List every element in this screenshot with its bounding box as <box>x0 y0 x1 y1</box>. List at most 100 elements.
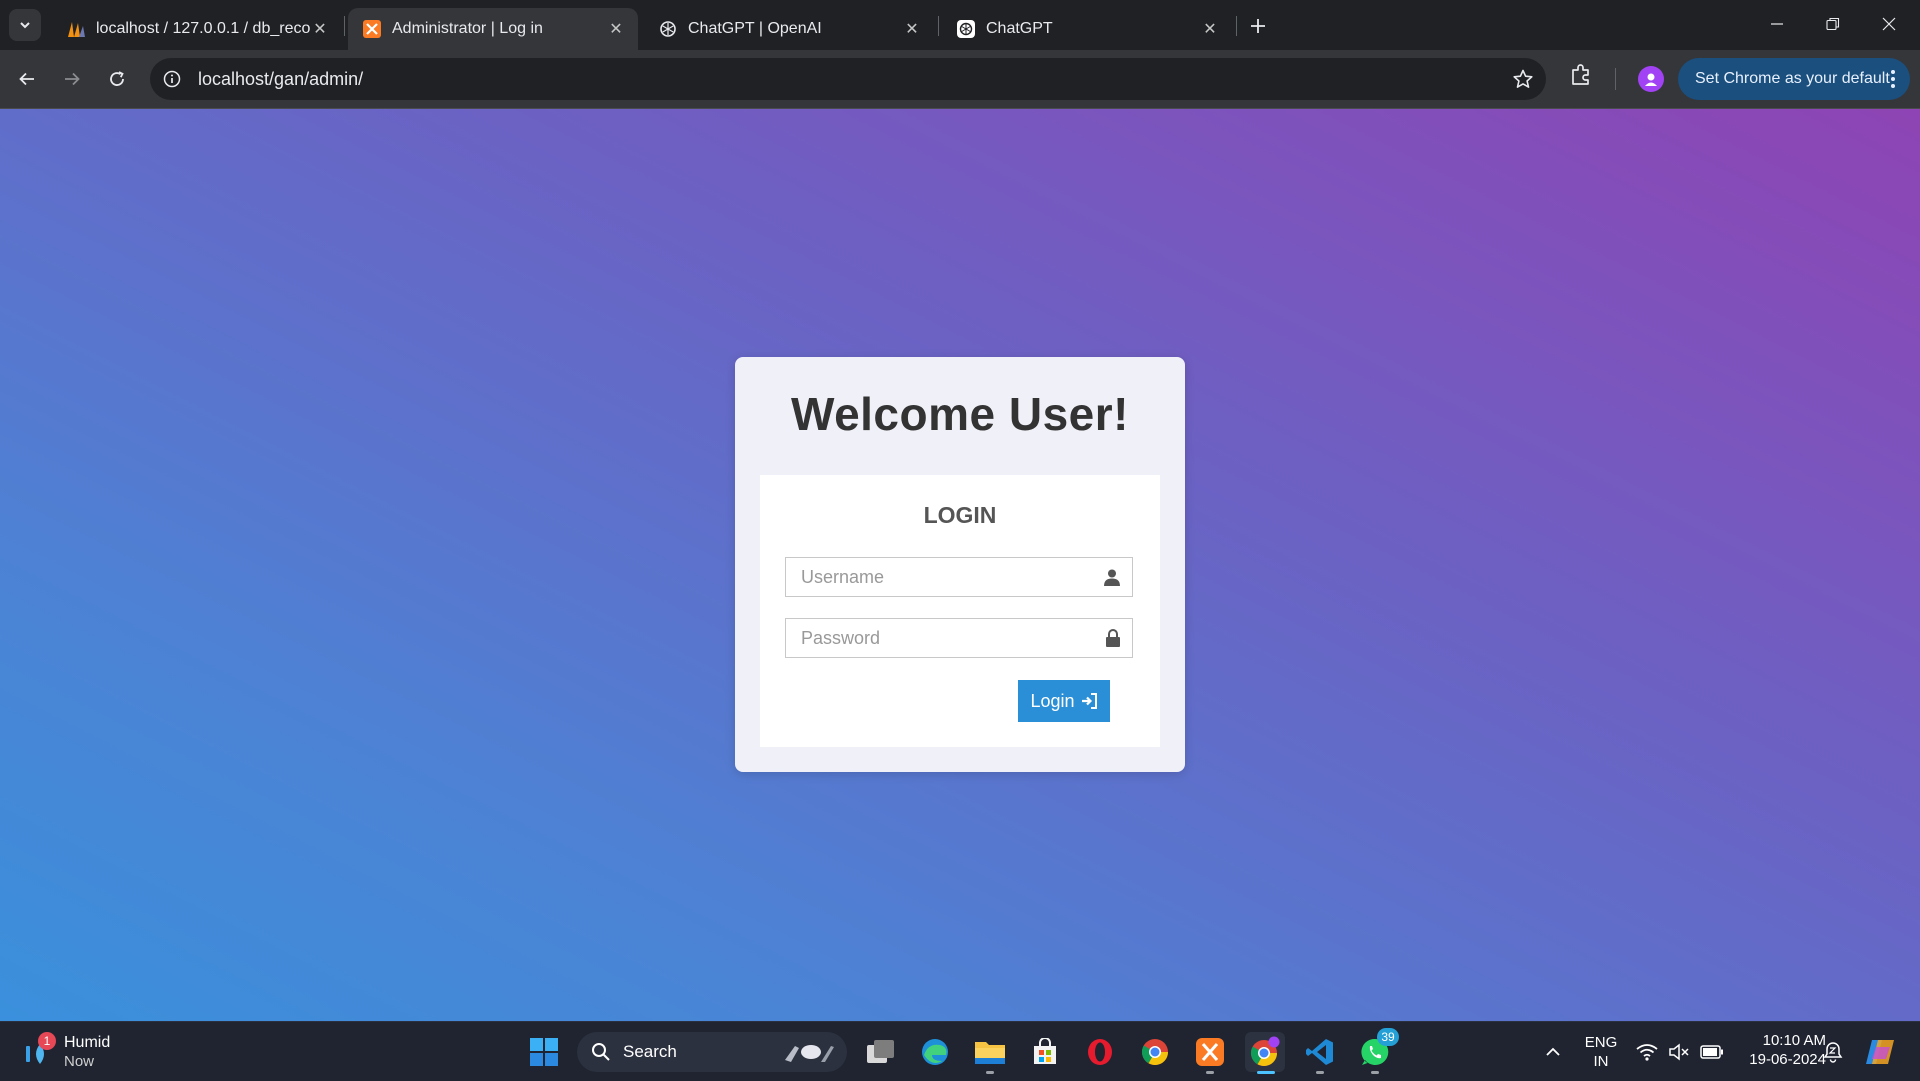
taskbar-chrome-profile[interactable] <box>1245 1032 1285 1074</box>
xampp-icon <box>1196 1038 1224 1066</box>
opera-icon <box>1088 1039 1112 1065</box>
search-icon <box>591 1042 611 1062</box>
password-field[interactable] <box>785 618 1133 658</box>
bookmark-star-icon[interactable] <box>1512 68 1534 95</box>
close-icon[interactable]: ✕ <box>606 19 626 39</box>
tab-title: localhost / 127.0.0.1 / db_record <box>96 20 310 37</box>
tray-overflow-button[interactable] <box>1533 1032 1573 1072</box>
clock-time: 10:10 AM <box>1762 1032 1826 1049</box>
edge-icon <box>922 1039 948 1065</box>
minimize-icon <box>1771 23 1783 25</box>
weather-title: Humid <box>64 1034 111 1051</box>
tab-divider <box>1236 16 1237 36</box>
tab-strip: localhost / 127.0.0.1 / db_record ✕ Admi… <box>0 0 1920 50</box>
browser-toolbar: localhost/gan/admin/ Set Chrome as your … <box>0 50 1920 109</box>
taskbar-search[interactable]: Search <box>577 1032 847 1072</box>
running-indicator <box>1371 1071 1379 1074</box>
username-input[interactable] <box>786 558 1101 596</box>
password-input[interactable] <box>786 619 1101 657</box>
tab-admin-login[interactable]: Administrator | Log in ✕ <box>348 8 638 50</box>
reload-button[interactable] <box>100 62 134 96</box>
tab-divider <box>938 16 939 36</box>
restore-icon <box>1826 17 1840 31</box>
store-icon <box>1034 1038 1056 1064</box>
tab-phpmyadmin[interactable]: localhost / 127.0.0.1 / db_record ✕ <box>52 8 342 50</box>
site-info-icon[interactable] <box>162 69 182 89</box>
openai-icon <box>658 19 678 39</box>
lock-icon <box>1105 629 1121 652</box>
avatar-icon <box>1645 73 1657 86</box>
bell-snooze-icon <box>1823 1042 1843 1063</box>
windows-taskbar: 1 Humid Now Search 39 ENG IN 10:10 AM 19… <box>0 1021 1920 1081</box>
folder-icon <box>975 1042 1005 1064</box>
tab-title: ChatGPT | OpenAI <box>688 20 822 37</box>
login-label: Login <box>1030 690 1075 711</box>
toolbar-divider <box>1615 68 1616 90</box>
task-view-button[interactable] <box>861 1032 901 1072</box>
reload-icon <box>110 71 124 86</box>
login-panel: LOGIN Login <box>760 475 1160 747</box>
clock[interactable]: 10:10 AM 19-06-2024 <box>1732 1031 1826 1069</box>
url-text: localhost/gan/admin/ <box>198 68 364 89</box>
taskbar-store[interactable] <box>1025 1032 1065 1072</box>
taskbar-chrome[interactable] <box>1135 1032 1175 1072</box>
taskbar-opera[interactable] <box>1080 1032 1120 1072</box>
taskbar-xampp[interactable] <box>1190 1032 1230 1074</box>
close-icon[interactable]: ✕ <box>310 19 330 39</box>
copilot-button[interactable] <box>1860 1032 1900 1072</box>
windows-icon <box>530 1038 558 1066</box>
task-view-icon <box>867 1040 894 1063</box>
taskbar-vscode[interactable] <box>1300 1032 1340 1074</box>
close-icon[interactable]: ✕ <box>902 19 922 39</box>
restore-button[interactable] <box>1810 8 1856 40</box>
plus-icon <box>1251 19 1265 33</box>
tab-search-button[interactable] <box>9 9 41 41</box>
copilot-icon <box>1866 1040 1894 1064</box>
notification-badge: 39 <box>1377 1028 1399 1046</box>
notifications-button[interactable] <box>1816 1032 1850 1072</box>
minimize-button[interactable] <box>1754 8 1800 40</box>
address-bar[interactable]: localhost/gan/admin/ <box>150 58 1546 100</box>
close-icon[interactable]: ✕ <box>1200 19 1220 39</box>
weather-badge: 1 <box>38 1032 56 1050</box>
tab-title: ChatGPT <box>986 20 1053 37</box>
taskbar-edge[interactable] <box>915 1032 955 1072</box>
tab-chatgpt[interactable]: ChatGPT ✕ <box>942 8 1232 50</box>
more-vert-icon[interactable] <box>1890 69 1896 94</box>
arrow-left-icon <box>19 72 34 86</box>
tab-chatgpt-openai[interactable]: ChatGPT | OpenAI ✕ <box>644 8 934 50</box>
battery-icon <box>1700 1045 1723 1059</box>
chevron-up-icon <box>1546 1047 1560 1056</box>
tab-title: Administrator | Log in <box>392 20 543 37</box>
back-button[interactable] <box>10 62 44 96</box>
running-indicator <box>1316 1071 1324 1074</box>
username-field[interactable] <box>785 557 1133 597</box>
extensions-icon[interactable] <box>1568 62 1594 93</box>
close-icon <box>1882 17 1896 31</box>
start-button[interactable] <box>524 1032 564 1072</box>
set-default-browser-button[interactable]: Set Chrome as your default <box>1678 58 1910 100</box>
quick-settings[interactable] <box>1628 1032 1732 1072</box>
active-indicator <box>1257 1071 1275 1074</box>
form-title: LOGIN <box>923 502 997 528</box>
chrome-profile-icon <box>1250 1036 1280 1067</box>
window-close-button[interactable] <box>1866 8 1912 40</box>
openai-icon <box>956 19 976 39</box>
running-indicator <box>1206 1071 1214 1074</box>
new-tab-button[interactable] <box>1244 12 1272 40</box>
xampp-icon <box>362 19 382 39</box>
taskbar-file-explorer[interactable] <box>970 1032 1010 1074</box>
login-button[interactable]: Login <box>1018 680 1110 722</box>
language-indicator[interactable]: ENG IN <box>1573 1033 1629 1071</box>
volume-muted-icon <box>1669 1043 1689 1061</box>
chevron-down-icon <box>20 22 30 29</box>
profile-avatar[interactable] <box>1638 66 1664 92</box>
wifi-icon <box>1636 1044 1658 1061</box>
login-card: Welcome User! LOGIN Login <box>735 357 1185 772</box>
forward-button[interactable] <box>55 62 89 96</box>
taskbar-whatsapp[interactable]: 39 <box>1355 1028 1399 1074</box>
arrow-right-icon <box>65 72 80 86</box>
weather-widget[interactable]: 1 Humid Now <box>24 1032 144 1072</box>
vscode-icon <box>1306 1039 1333 1065</box>
clock-date: 19-06-2024 <box>1749 1051 1826 1068</box>
